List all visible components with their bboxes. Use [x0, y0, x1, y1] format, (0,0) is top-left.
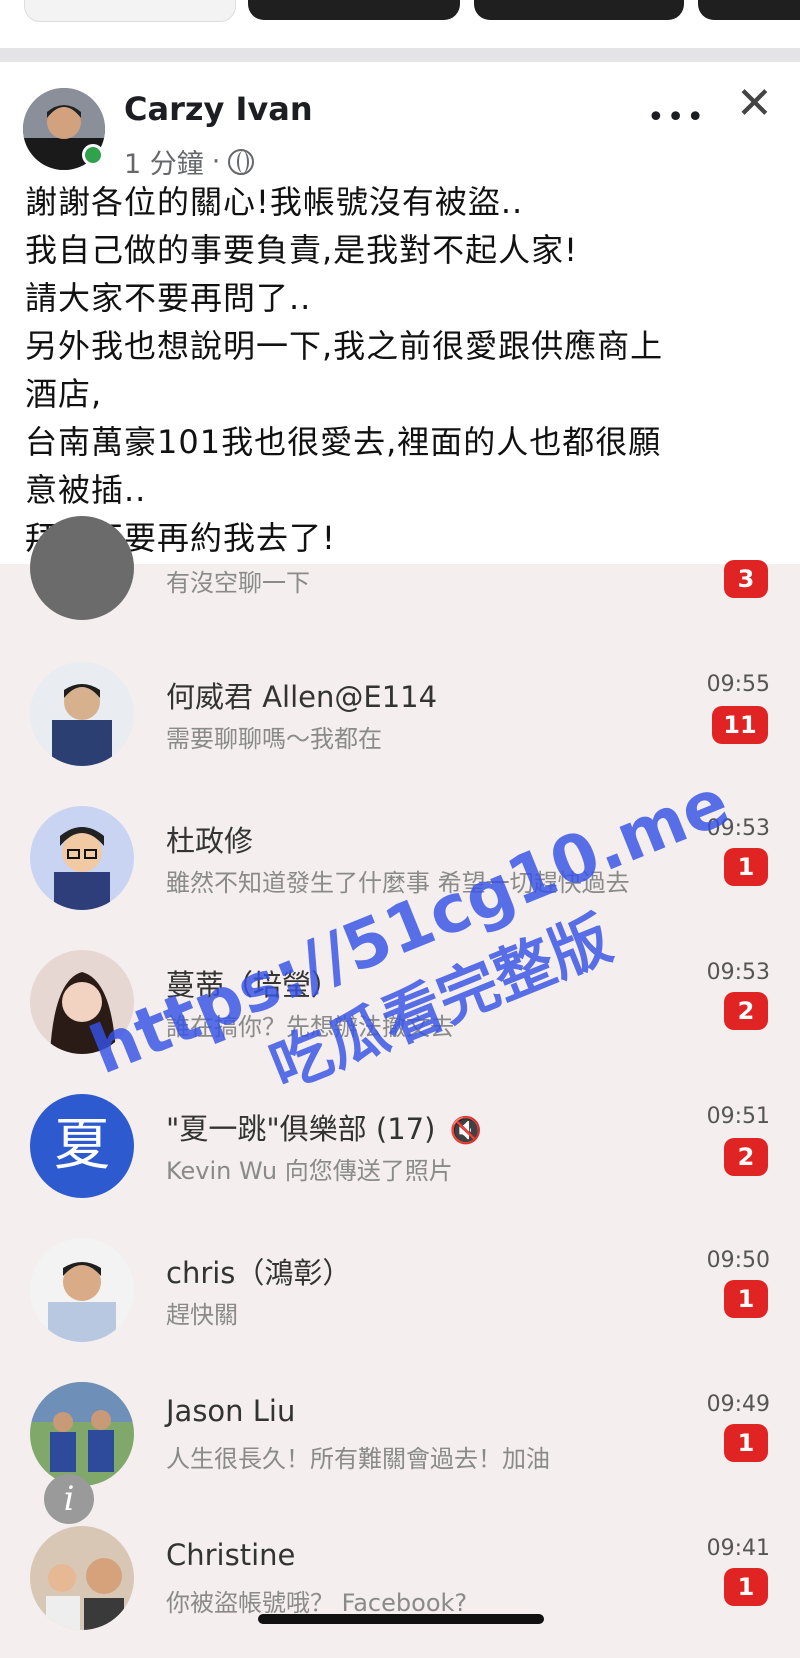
feed-divider [0, 48, 800, 62]
meta-separator: · [211, 146, 221, 177]
chat-time: 09:53 [706, 960, 770, 985]
unread-badge: 1 [724, 1424, 768, 1462]
post-line: 另外我也想說明一下,我之前很愛跟供應商上 [25, 327, 664, 365]
info-icon[interactable]: i [44, 1474, 94, 1524]
top-strip [0, 0, 800, 48]
story-card[interactable] [698, 0, 800, 20]
post-line: 台南萬豪101我也很愛去,裡面的人也都很願 [25, 423, 662, 461]
post-line: 請大家不要再問了.. [25, 279, 312, 317]
facebook-post: Carzy Ivan 1 分鐘 · ••• ✕ 謝謝各位的關心!我帳號沒有被盜.… [0, 62, 800, 564]
close-icon[interactable]: ✕ [736, 82, 773, 126]
post-author[interactable]: Carzy Ivan [124, 90, 313, 128]
chat-row[interactable]: chris（鴻彰） 趕快關 09:50 1 [0, 1226, 800, 1370]
story-card[interactable] [474, 0, 684, 20]
more-options-icon[interactable]: ••• [647, 100, 706, 135]
unread-badge: 2 [724, 992, 768, 1030]
post-line: 我自己做的事要負責,是我對不起人家! [25, 231, 579, 269]
post-time[interactable]: 1 分鐘 [124, 142, 204, 181]
chat-preview: Kevin Wu 向您傳送了照片 [166, 1157, 453, 1185]
story-card[interactable] [248, 0, 460, 20]
mute-icon: 🔇 [449, 1116, 482, 1146]
chat-preview: 趕快關 [166, 1301, 238, 1329]
chat-preview: 有沒空聊一下 [166, 569, 310, 597]
chat-time: 09:50 [706, 1248, 770, 1273]
chat-preview: 人生很長久！所有難關會過去！加油 [166, 1445, 550, 1473]
unread-badge: 11 [712, 706, 768, 744]
chat-row[interactable]: 何威君 Allen@E114 需要聊聊嗎～我都在 09:55 11 [0, 650, 800, 794]
chat-row[interactable]: 有沒空聊一下 3 [0, 504, 800, 648]
chat-preview: 需要聊聊嗎～我都在 [166, 725, 382, 753]
chat-name: 杜政修 [166, 824, 254, 858]
chat-row[interactable]: Christine 你被盜帳號哦？ Facebook? 09:41 1 [0, 1514, 800, 1658]
contact-avatar[interactable] [30, 516, 134, 620]
chat-name: Jason Liu [166, 1394, 296, 1428]
post-line: 酒店, [25, 375, 103, 413]
post-meta: 1 分鐘 · [124, 142, 255, 181]
online-status-dot [82, 144, 104, 166]
chat-name: chris（鴻彰） [166, 1256, 352, 1290]
contact-avatar[interactable] [30, 1382, 134, 1486]
chat-time: 09:41 [706, 1536, 770, 1561]
contact-avatar[interactable] [30, 1238, 134, 1342]
contact-avatar[interactable] [30, 1526, 134, 1630]
unread-badge: 3 [724, 560, 768, 598]
unread-badge: 2 [724, 1138, 768, 1176]
chat-name: Christine [166, 1538, 296, 1572]
home-indicator[interactable] [258, 1614, 544, 1624]
contact-avatar[interactable] [30, 806, 134, 910]
search-field[interactable] [24, 0, 236, 22]
chat-name: 何威君 Allen@E114 [166, 680, 438, 714]
globe-icon [228, 148, 255, 175]
unread-badge: 1 [724, 1280, 768, 1318]
chat-time: 09:55 [706, 672, 770, 697]
unread-badge: 1 [724, 1568, 768, 1606]
post-line: 謝謝各位的關心!我帳號沒有被盜.. [25, 183, 524, 221]
contact-avatar[interactable] [30, 662, 134, 766]
chat-time: 09:49 [706, 1392, 770, 1417]
chat-time: 09:51 [706, 1104, 770, 1129]
chat-row[interactable]: Jason Liu 人生很長久！所有難關會過去！加油 09:49 1 [0, 1370, 800, 1514]
